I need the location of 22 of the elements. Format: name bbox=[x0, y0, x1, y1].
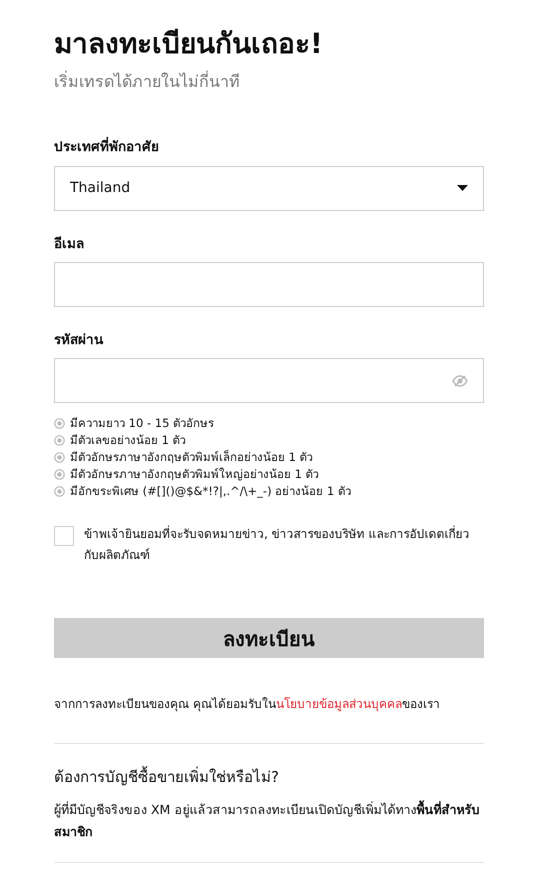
field-label: ประเทศที่พักอาศัย bbox=[54, 137, 159, 158]
question-text: ต้องการบัญชีซื้อขายเพิ่มใช่หรือไม่? bbox=[54, 766, 280, 788]
checkbox[interactable] bbox=[54, 526, 74, 546]
field-label: อีเมล bbox=[54, 234, 84, 254]
caret-icon bbox=[457, 185, 468, 192]
rule-text: มีตัวอักษรภาษาอังกฤษตัวพิมพ์ใหญ่อย่างน้อย 1 ตัว bbox=[70, 466, 319, 484]
policy-text: จากการลงทะเบียนของคุณ คุณได้ยอมรับในนโยบายข้อมูลส่วนบุคคลของเรา bbox=[54, 696, 441, 714]
rule-text: มีอักขระพิเศษ (#[]()@$&*!?|,.^/\+_-) อย่างน้อย 1 ตัว bbox=[70, 483, 351, 500]
consent-text: ข้าพเจ้ายินยอมที่จะรับจดหมายข่าว, ข่าวสารของบริษัท และการอัปเดตเกี่ยวกับผลิตภัณฑ์ bbox=[84, 524, 470, 564]
page-title: มาลงทะเบียนกันเถอะ! bbox=[54, 26, 324, 62]
field-label: รหัสผ่าน bbox=[54, 330, 103, 350]
select-value: Thailand bbox=[70, 178, 132, 198]
subtitle: เริ่มเทรดได้ภายในไม่กี่นาที bbox=[54, 70, 241, 94]
rule-text: มีตัวเลขอย่างน้อย 1 ตัว bbox=[70, 432, 186, 450]
rule-text: มีความยาว 10 - 15 ตัวอักษร bbox=[70, 415, 214, 432]
country-select[interactable]: Thailand bbox=[54, 166, 484, 211]
policy-link[interactable]: นโยบายข้อมูลส่วนบุคคล bbox=[276, 697, 402, 712]
rule-text: มีตัวอักษรภาษาอังกฤษตัวพิมพ์เล็กอย่างน้อย 1 ตัว bbox=[70, 449, 313, 466]
email-field[interactable] bbox=[54, 262, 484, 307]
password-field[interactable] bbox=[54, 358, 484, 404]
info-text: ผู้ที่มีบัญชีจริงของ XM อยู่แล้วสามารถลงทะเบียนเปิดบัญชีเพิ่มได้ทางพื้นที่สำหรับสมาชิก bbox=[54, 799, 480, 842]
eye-slash-icon[interactable] bbox=[452, 374, 468, 387]
